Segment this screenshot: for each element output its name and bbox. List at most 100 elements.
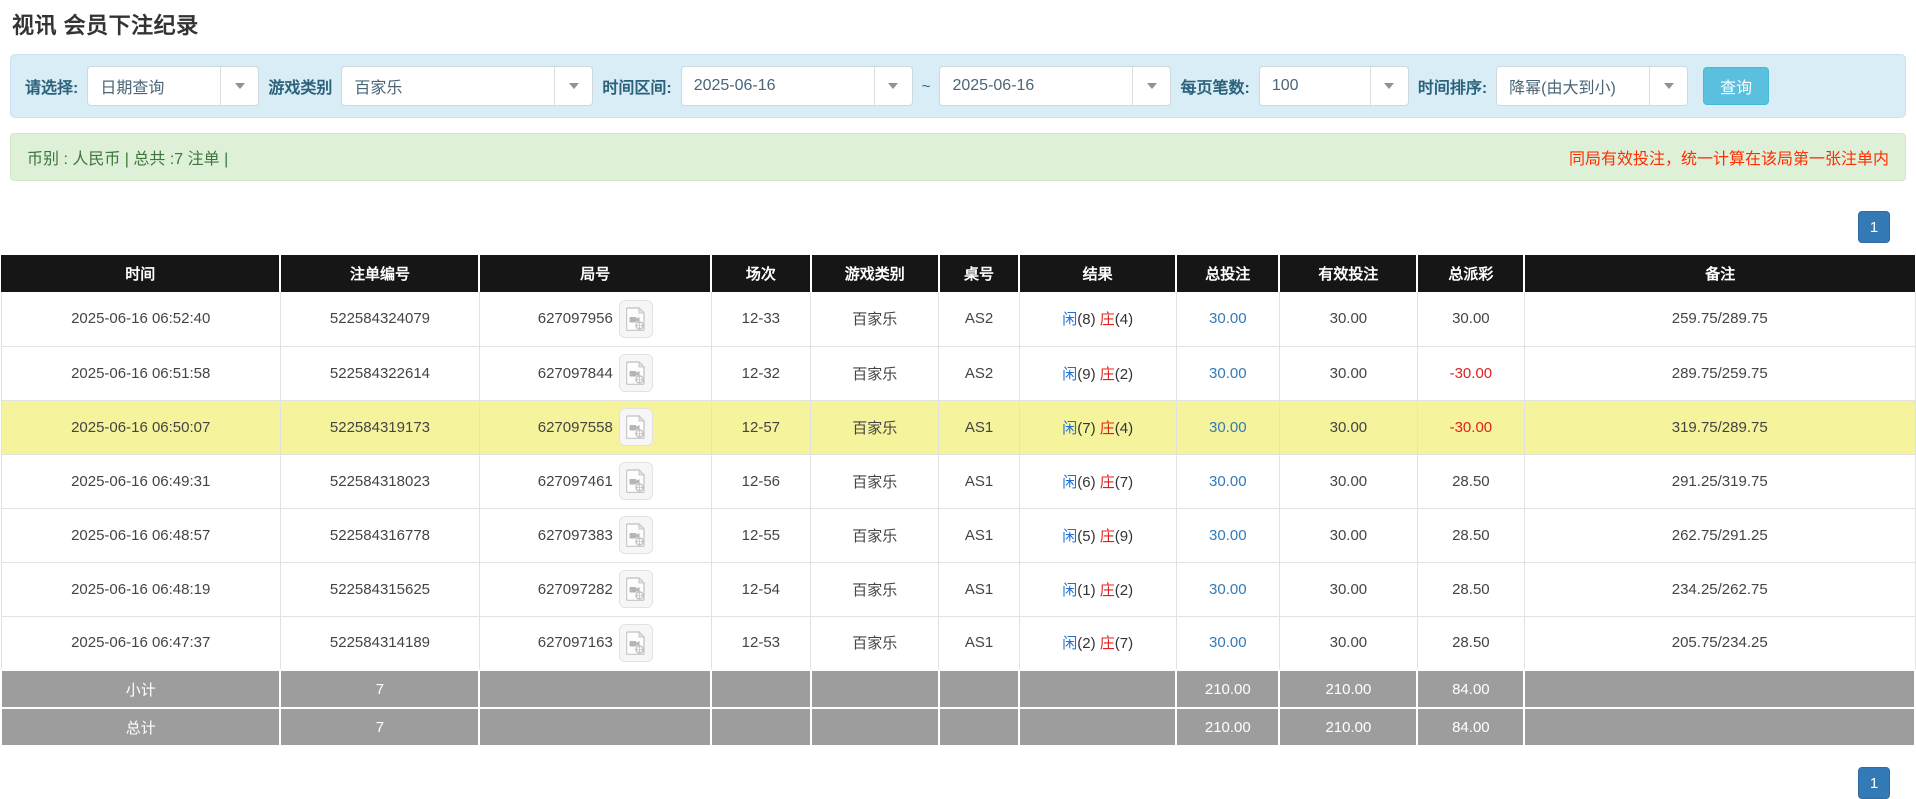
time-sort-select[interactable]: 降幂(由大到小) (1496, 66, 1689, 106)
round-cell: 627097282 (478, 562, 712, 617)
remark: 262.75/291.25 (1523, 508, 1916, 563)
chevron-down-icon (554, 67, 592, 105)
video-replay-button[interactable] (618, 408, 653, 446)
total-row: 总计 7 210.00 210.00 84.00 (0, 707, 1916, 747)
result-cell: 闲(5) 庄(9) (1018, 508, 1177, 563)
date-range-separator: ~ (921, 77, 931, 95)
table-header-row: 时间 注单编号 局号 场次 游戏类别 桌号 结果 总投注 有效投注 总派彩 备注 (1, 255, 1915, 292)
video-replay-button[interactable] (618, 623, 653, 662)
page-size-label: 每页笔数: (1180, 80, 1250, 97)
total-bet-link[interactable]: 30.00 (1209, 634, 1247, 651)
time-sort-label: 时间排序: (1417, 80, 1488, 97)
game-category-select[interactable]: 百家乐 (341, 66, 594, 106)
total-total-bet: 210.00 (1175, 707, 1281, 747)
table-number: AS1 (938, 616, 1020, 671)
total-bet-cell: 30.00 (1175, 292, 1280, 347)
payout: 28.50 (1416, 562, 1525, 617)
total-bet-link[interactable]: 30.00 (1209, 527, 1247, 544)
query-type-select[interactable]: 日期查询 (87, 66, 260, 106)
total-bet-link[interactable]: 30.00 (1209, 581, 1247, 598)
col-bet-id: 注单编号 (279, 255, 481, 292)
valid-bet: 30.00 (1278, 400, 1418, 455)
video-replay-button[interactable] (618, 570, 653, 608)
filter-panel: 请选择: 日期查询 游戏类别 百家乐 时间区间: 2025-06-16 ~ 20… (10, 54, 1906, 118)
round-id: 627097383 (537, 526, 613, 544)
valid-bet-notice: 同局有效投注，统一计算在该局第一张注单内 (1568, 151, 1889, 168)
total-bet-link[interactable]: 30.00 (1209, 310, 1247, 327)
video-file-icon (625, 630, 646, 655)
game-category: 百家乐 (810, 292, 940, 347)
page-size-value: 100 (1271, 77, 1299, 94)
session: 12-33 (710, 292, 812, 347)
total-bet-cell: 30.00 (1175, 400, 1280, 455)
video-replay-button[interactable] (618, 462, 653, 500)
game-category-label: 游戏类别 (268, 80, 333, 97)
bet-id: 522584316778 (279, 508, 480, 563)
remark: 289.75/259.75 (1523, 346, 1916, 401)
page-size-select[interactable]: 100 (1258, 66, 1409, 106)
table-row: 2025-06-16 06:50:07 522584319173 6270975… (0, 400, 1916, 455)
betting-records-page: 视讯 会员下注纪录 请选择: 日期查询 游戏类别 百家乐 时间区间: 2025-… (0, 0, 1916, 799)
table-row: 2025-06-16 06:48:57 522584316778 6270973… (0, 508, 1916, 563)
round-id: 627097558 (537, 418, 613, 436)
betting-records-table: 时间 注单编号 局号 场次 游戏类别 桌号 结果 总投注 有效投注 总派彩 备注… (0, 255, 1916, 747)
page-1-button[interactable]: 1 (1858, 211, 1890, 243)
video-file-icon (625, 306, 646, 331)
valid-bet: 30.00 (1278, 292, 1418, 347)
table-body: 2025-06-16 06:52:40 522584324079 6270979… (0, 292, 1916, 671)
query-button[interactable]: 查询 (1703, 67, 1770, 105)
valid-bet: 30.00 (1278, 454, 1418, 509)
bet-time: 2025-06-16 06:48:57 (0, 508, 281, 563)
total-payout: 84.00 (1416, 707, 1526, 747)
bet-time: 2025-06-16 06:48:19 (0, 562, 281, 617)
total-bet-cell: 30.00 (1175, 562, 1280, 617)
remark: 291.25/319.75 (1523, 454, 1916, 509)
game-category: 百家乐 (810, 616, 940, 671)
table-number: AS1 (938, 508, 1020, 563)
remark: 319.75/289.75 (1523, 400, 1916, 455)
player-result: 闲 (1062, 365, 1078, 383)
subtotal-total-bet: 210.00 (1175, 669, 1281, 709)
chevron-down-icon (220, 67, 258, 105)
payout: 28.50 (1416, 616, 1525, 671)
round-id: 627097956 (537, 310, 613, 328)
total-bet-link[interactable]: 30.00 (1209, 473, 1247, 490)
table-row: 2025-06-16 06:51:58 522584322614 6270978… (0, 346, 1916, 401)
result-cell: 闲(6) 庄(7) (1018, 454, 1177, 509)
query-type-label: 请选择: (25, 80, 79, 97)
banker-result: 庄 (1099, 635, 1115, 653)
result-cell: 闲(9) 庄(2) (1018, 346, 1177, 401)
video-replay-button[interactable] (618, 299, 653, 338)
col-total-bet: 总投注 (1175, 255, 1281, 292)
player-result: 闲 (1062, 581, 1078, 599)
video-replay-button[interactable] (618, 354, 653, 392)
date-to-select[interactable]: 2025-06-16 (939, 66, 1172, 106)
valid-bet: 30.00 (1278, 508, 1418, 563)
page-1-button[interactable]: 1 (1858, 767, 1890, 799)
total-bet-link[interactable]: 30.00 (1209, 365, 1247, 382)
bet-time: 2025-06-16 06:50:07 (0, 400, 281, 455)
date-from-select[interactable]: 2025-06-16 (680, 66, 913, 106)
total-bet-link[interactable]: 30.00 (1209, 419, 1247, 436)
result-cell: 闲(1) 庄(2) (1018, 562, 1177, 617)
subtotal-count: 7 (279, 669, 481, 709)
game-category: 百家乐 (810, 508, 940, 563)
player-result: 闲 (1062, 473, 1078, 491)
total-label: 总计 (0, 707, 282, 747)
video-replay-button[interactable] (618, 516, 653, 554)
player-result: 闲 (1062, 635, 1078, 653)
round-cell: 627097844 (478, 346, 712, 401)
col-round-id: 局号 (478, 255, 713, 292)
game-category: 百家乐 (810, 454, 940, 509)
col-valid-bet: 有效投注 (1278, 255, 1419, 292)
session: 12-32 (710, 346, 812, 401)
total-bet-cell: 30.00 (1175, 454, 1280, 509)
bet-id: 522584314189 (279, 616, 480, 671)
valid-bet: 30.00 (1278, 346, 1418, 401)
col-remark: 备注 (1523, 255, 1915, 292)
table-row: 2025-06-16 06:48:19 522584315625 6270972… (0, 562, 1916, 617)
query-type-value: 日期查询 (100, 80, 165, 97)
col-session: 场次 (710, 255, 812, 292)
table-number: AS2 (938, 292, 1020, 347)
round-cell: 627097956 (478, 292, 712, 347)
